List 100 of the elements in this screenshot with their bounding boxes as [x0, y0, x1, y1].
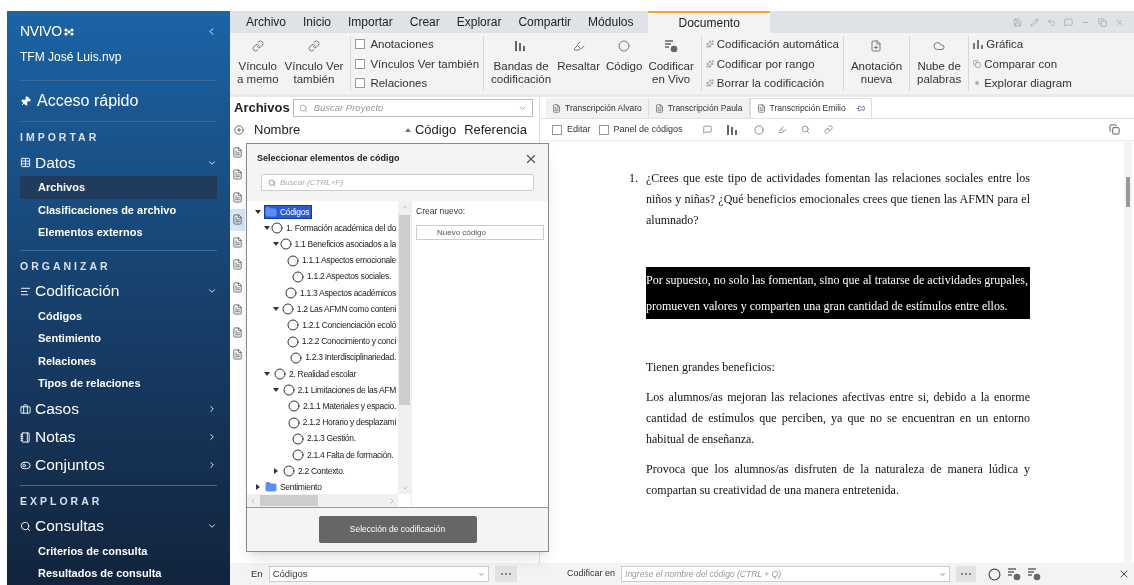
tree-item[interactable]: 1.1.2 Aspectos sociales. [292, 270, 393, 284]
ribbon-button[interactable]: Codificar en Vivo [645, 36, 697, 91]
document-tab[interactable]: Transcripción Paula [648, 98, 750, 118]
column-header[interactable]: Nombre [254, 120, 397, 140]
ribbon-small-button[interactable]: Comparar con [973, 56, 1072, 71]
tree-item[interactable]: Sentimiento [265, 480, 324, 494]
zoom-menu-icon[interactable] [800, 125, 810, 134]
tree-item[interactable]: 1.2 Las AFMN como conteni [281, 302, 398, 316]
checkbox[interactable] [355, 39, 366, 49]
ribbon-button[interactable]: Vínculo a memo [234, 36, 282, 91]
ribbon-tab[interactable]: Crear [401, 11, 448, 33]
close-icon[interactable] [524, 152, 538, 166]
ribbon-tab[interactable]: Archivo [238, 11, 294, 33]
nav-group[interactable]: Casos [20, 395, 217, 423]
ribbon-button[interactable]: Anotación nueva [847, 36, 906, 91]
tree-item[interactable]: 2. Realidad escolar [274, 367, 359, 381]
save-icon[interactable] [1013, 17, 1022, 27]
ribbon-small-button[interactable]: Gráfica [973, 37, 1072, 51]
ribbon-small-button[interactable]: Borrar la codificación [705, 76, 839, 90]
expanded-arrow-icon[interactable] [264, 225, 270, 232]
nav-group[interactable]: Conjuntos [20, 451, 217, 479]
vertical-scrollbar[interactable] [1124, 141, 1132, 563]
ribbon-button[interactable]: Código [602, 36, 646, 91]
pin-icon[interactable] [855, 104, 865, 113]
ribbon-button[interactable]: Vínculo Ver también [281, 36, 347, 91]
scroll-up-icon[interactable] [400, 203, 409, 211]
horizontal-scrollbar[interactable] [247, 494, 398, 507]
expanded-arrow-icon[interactable] [255, 209, 261, 216]
ribbon-button[interactable]: Resaltar [554, 36, 603, 91]
collapsed-arrow-icon[interactable] [255, 484, 261, 491]
ribbon-tab[interactable]: Importar [340, 11, 401, 33]
checkbox[interactable] [355, 58, 366, 69]
tree-item[interactable]: 1.1.3 Aspectos académicos [285, 286, 398, 300]
close-icon[interactable] [1118, 568, 1130, 580]
ribbon-tab[interactable]: Documento [648, 11, 770, 33]
nav-item[interactable]: Elementos externos [20, 221, 217, 244]
scroll-left-icon[interactable] [249, 496, 257, 505]
nav-item[interactable]: Clasificaciones de archivo [20, 198, 217, 221]
tree-item[interactable]: 2.1.4 Falta de formación. [292, 448, 396, 462]
tree-item[interactable]: 1. Formación académica del do [271, 221, 398, 235]
nav-item[interactable]: Sentimiento [20, 327, 217, 350]
expanded-arrow-icon[interactable] [264, 370, 270, 377]
tree-item[interactable]: 1.2.1 Concienciación ecoló [287, 319, 398, 332]
scroll-down-icon[interactable] [400, 484, 409, 492]
ribbon-tab[interactable]: Inicio [295, 11, 340, 33]
nav-group[interactable]: Consultas [20, 512, 217, 540]
file-row[interactable] [230, 208, 245, 231]
scope-select[interactable]: Códigos [268, 566, 489, 582]
tree-item[interactable]: 1.1 Beneficios asociados a la [279, 238, 398, 251]
expanded-arrow-icon[interactable] [273, 306, 279, 313]
annotation-menu-icon[interactable] [702, 125, 712, 134]
ribbon-tab[interactable]: Módulos [580, 11, 642, 33]
nav-item[interactable]: Tipos de relaciones [20, 372, 217, 395]
undo-icon[interactable] [1047, 17, 1056, 27]
tree-item[interactable]: 2.1 Limitaciones de las AFM [282, 383, 398, 397]
quick-access-link[interactable]: Acceso rápido [37, 89, 139, 113]
checkbox[interactable] [355, 78, 366, 88]
tree-item[interactable]: 2.1.2 Horario y desplazami [287, 416, 398, 429]
scroll-right-icon[interactable] [388, 496, 396, 505]
undock-icon[interactable] [1109, 124, 1120, 135]
document-tab[interactable]: Transcripción Alvaro [546, 98, 649, 118]
add-column-icon[interactable] [234, 125, 244, 135]
code-icon[interactable] [988, 567, 1002, 581]
nav-group[interactable]: Codificación [20, 277, 217, 305]
tree-item[interactable]: Códigos [265, 205, 312, 219]
column-header[interactable]: Referencia [464, 120, 527, 140]
nav-item[interactable]: Criterios de consulta [20, 539, 217, 562]
new-code-button[interactable]: Nuevo código [416, 225, 544, 241]
ribbon-tab[interactable]: Compartir [510, 11, 580, 33]
more-button[interactable] [494, 566, 517, 582]
ribbon-button[interactable]: Bandas de codificación [488, 36, 555, 91]
expanded-arrow-icon[interactable] [273, 241, 279, 248]
tree-item[interactable]: 2.1.1 Materiales y espacio. [288, 399, 398, 413]
checkbox[interactable] [598, 124, 609, 135]
nav-item[interactable]: Archivos [20, 176, 217, 199]
tree-item[interactable]: 2.2 Contexto. [283, 464, 347, 478]
highlight-menu-icon[interactable] [777, 125, 787, 134]
ribbon-tab[interactable]: Explorar [448, 11, 510, 33]
collapsed-arrow-icon[interactable] [273, 468, 279, 475]
nav-group[interactable]: Notas [20, 423, 217, 451]
ribbon-button[interactable]: Nube de palabras [914, 36, 965, 91]
nav-group[interactable]: Datos [20, 149, 217, 176]
tree-item[interactable]: 2.1.3 Gestión. [292, 432, 358, 446]
tree-item[interactable]: 1.1.1 Aspectos emocionale [286, 254, 398, 268]
nav-item[interactable]: Códigos [20, 304, 217, 327]
document-tab[interactable]: Transcripción Emilio [749, 98, 872, 118]
confirm-button[interactable]: Selección de codificación [318, 516, 477, 543]
ribbon-small-button[interactable]: Explorar diagram [973, 76, 1072, 90]
nav-item[interactable]: Resultados de consulta [20, 562, 217, 585]
vertical-scrollbar[interactable] [398, 201, 411, 494]
tree-item[interactable]: 1.2.3 Interdisciplinariedad. [290, 351, 398, 365]
tree-item[interactable]: 1.2.2 Conocimiento y conci [286, 335, 398, 348]
ribbon-small-button[interactable]: Codificación automática [705, 37, 839, 51]
more-button[interactable] [956, 566, 977, 582]
ribbon-small-button[interactable]: Codificar por rango [705, 56, 839, 71]
column-header[interactable]: Código [404, 120, 457, 140]
code-menu-icon[interactable] [753, 124, 764, 135]
link-menu-icon[interactable] [823, 125, 833, 134]
checkbox[interactable] [552, 124, 562, 135]
nav-item[interactable]: Relaciones [20, 349, 217, 372]
